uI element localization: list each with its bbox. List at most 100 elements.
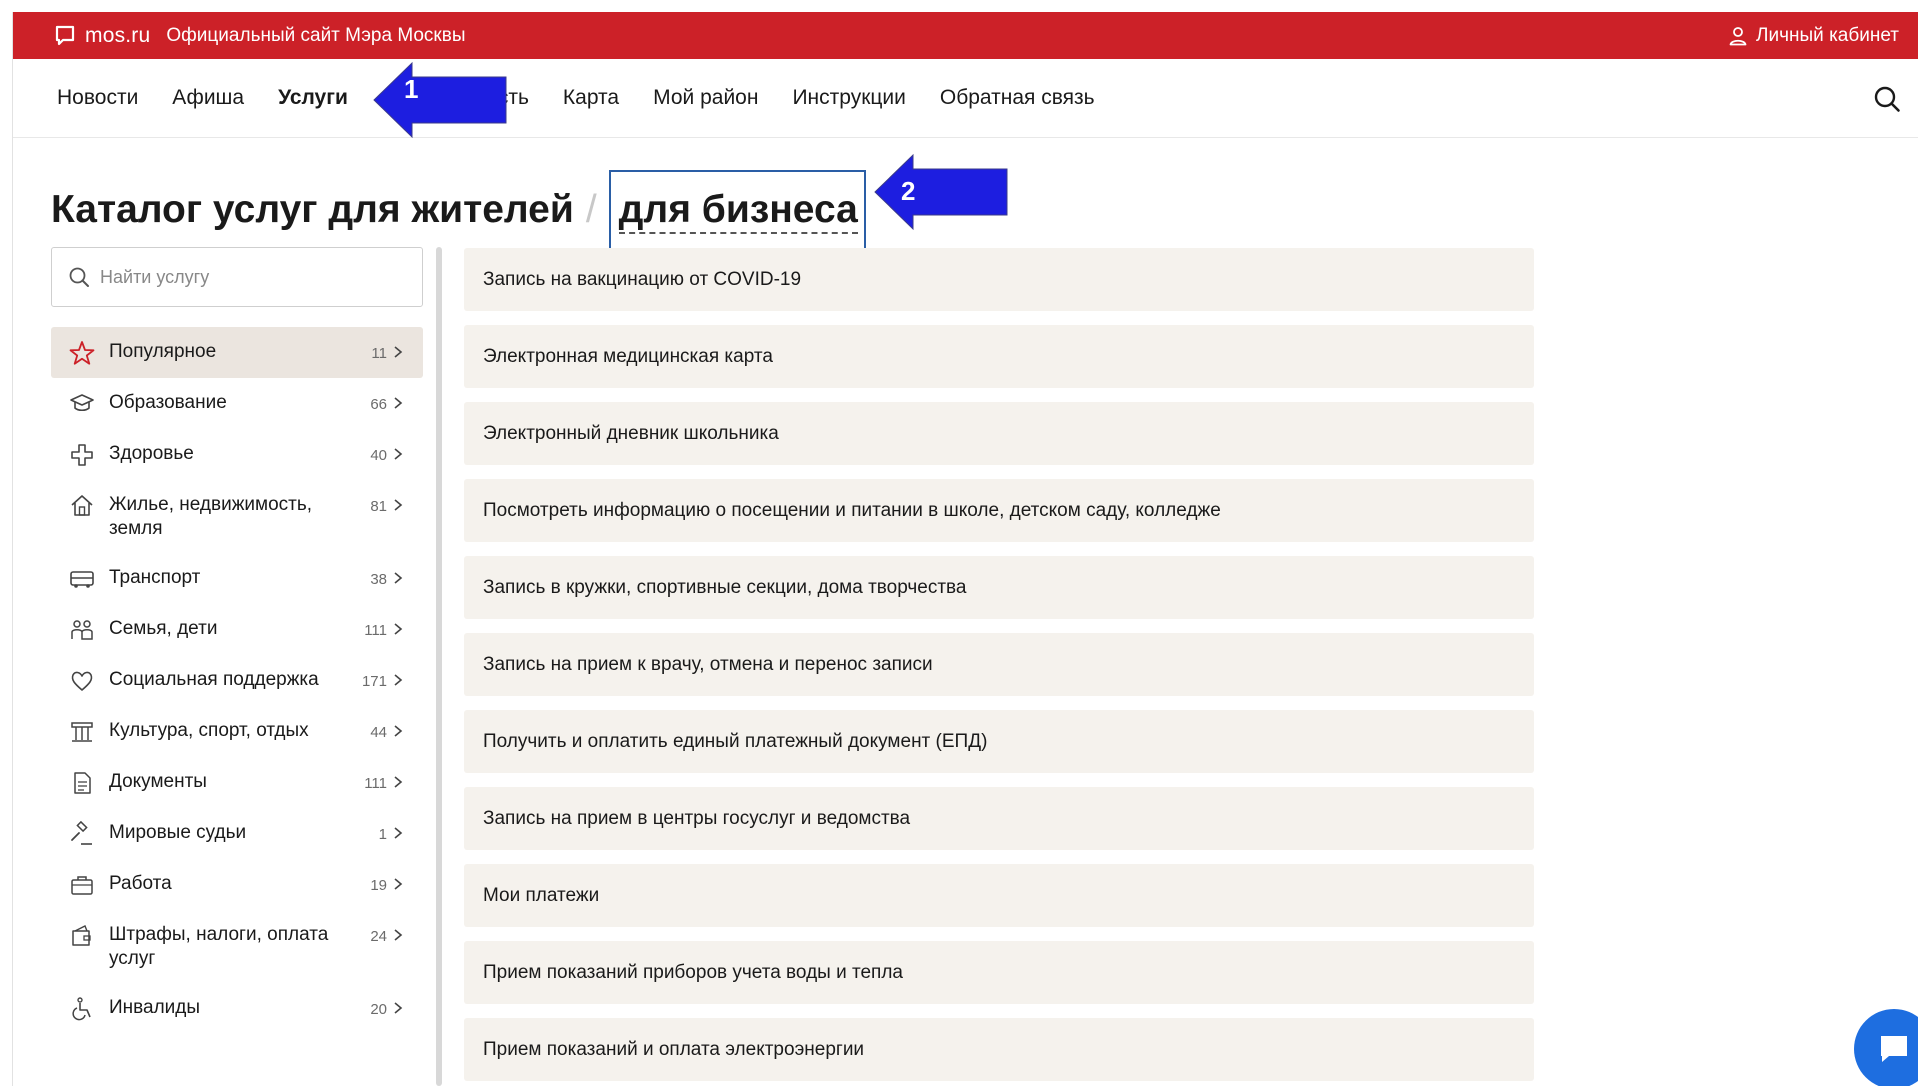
personal-cabinet-link[interactable]: Личный кабинет <box>1728 12 1899 59</box>
category-label: Мировые судьи <box>109 822 247 843</box>
page-title: Каталог услуг для жителей / для бизнеса <box>51 170 866 250</box>
chevron-right-icon <box>394 1002 403 1014</box>
nav-instructions[interactable]: Инструкции <box>792 86 905 110</box>
category-transport[interactable]: Транспорт 38 <box>51 553 423 604</box>
chevron-right-icon <box>394 674 403 686</box>
category-label: Штрафы, налоги, оплата услуг <box>109 924 329 969</box>
service-item[interactable]: Запись в кружки, спортивные секции, дома… <box>464 556 1534 619</box>
category-count: 111 <box>364 775 387 792</box>
category-count: 111 <box>364 622 387 639</box>
chevron-right-icon <box>394 827 403 839</box>
chevron-right-icon <box>394 499 403 511</box>
service-item[interactable]: Мои платежи <box>464 864 1534 927</box>
category-count: 44 <box>370 724 387 741</box>
graduation-cap-icon <box>70 394 94 412</box>
theatre-column-icon <box>71 722 93 742</box>
service-item[interactable]: Запись на прием в центры госуслуг и ведо… <box>464 787 1534 850</box>
document-icon <box>74 772 91 794</box>
nav-map[interactable]: Карта <box>563 86 619 110</box>
category-culture[interactable]: Культура, спорт, отдых 44 <box>51 706 423 757</box>
chat-bubble-icon <box>1881 1036 1907 1062</box>
service-item[interactable]: Посмотреть информацию о посещении и пита… <box>464 479 1534 542</box>
user-icon <box>1729 26 1747 45</box>
category-label: Семья, дети <box>109 618 218 639</box>
brand-subtitle: Официальный сайт Мэра Москвы <box>166 24 466 46</box>
service-search[interactable] <box>51 247 423 307</box>
category-count: 38 <box>370 571 387 588</box>
search-input[interactable] <box>100 266 400 288</box>
annotation-number-1: 1 <box>404 74 419 104</box>
title-separator: / <box>585 188 597 231</box>
briefcase-icon <box>71 876 93 895</box>
nav-services[interactable]: Услуги <box>278 86 348 110</box>
annotation-number-2: 2 <box>901 176 916 206</box>
category-health[interactable]: Здоровье 40 <box>51 429 423 480</box>
nav-news[interactable]: Новости <box>57 86 138 110</box>
chat-button[interactable] <box>1854 1009 1918 1086</box>
category-label: Популярное <box>109 341 217 362</box>
category-label: Работа <box>109 873 172 894</box>
category-label: Инвалиды <box>109 997 201 1018</box>
chevron-right-icon <box>394 776 403 788</box>
house-icon <box>71 495 93 516</box>
mosru-logo-icon <box>55 25 75 45</box>
chevron-right-icon <box>394 397 403 409</box>
category-count: 19 <box>370 877 387 894</box>
page-frame: mos.ru Официальный сайт Мэра Москвы Личн… <box>12 12 1918 1086</box>
chevron-right-icon <box>394 623 403 635</box>
catalog-title: Каталог услуг для жителей <box>51 188 574 231</box>
wallet-icon <box>72 925 91 946</box>
service-item[interactable]: Запись на вакцинацию от COVID-19 <box>464 248 1534 311</box>
search-icon <box>69 267 89 287</box>
category-popular[interactable]: Популярное 11 <box>51 327 423 378</box>
category-label: Здоровье <box>109 443 194 464</box>
category-label: Культура, спорт, отдых <box>109 720 309 741</box>
chevron-right-icon <box>394 572 403 584</box>
service-item[interactable]: Электронный дневник школьника <box>464 402 1534 465</box>
category-documents[interactable]: Документы 111 <box>51 757 423 808</box>
category-family[interactable]: Семья, дети 111 <box>51 604 423 655</box>
brand-name: mos.ru <box>85 23 151 47</box>
nav-afisha[interactable]: Афиша <box>172 86 244 110</box>
service-item[interactable]: Прием показаний приборов учета воды и те… <box>464 941 1534 1004</box>
category-work[interactable]: Работа 19 <box>51 859 423 910</box>
category-count: 1 <box>378 826 387 843</box>
service-list: Запись на вакцинацию от COVID-19 Электро… <box>464 248 1534 1086</box>
category-fines-taxes[interactable]: Штрафы, налоги, оплата услуг 24 <box>51 910 423 983</box>
chevron-right-icon <box>394 448 403 460</box>
business-tab-label: для бизнеса <box>618 188 858 235</box>
main-nav: Новости Афиша Услуги ласть Карта Мой рай… <box>13 59 1918 138</box>
star-icon <box>69 341 95 365</box>
category-count: 20 <box>370 1001 387 1018</box>
category-housing[interactable]: Жилье, недвижимость, земля 81 <box>51 480 423 553</box>
category-list: Популярное 11 Образование 66 Здоровье 40 <box>51 327 423 1034</box>
category-count: 171 <box>361 673 387 690</box>
personal-cabinet-label: Личный кабинет <box>1756 24 1899 46</box>
bus-icon <box>70 571 94 588</box>
brand-logo[interactable]: mos.ru Официальный сайт Мэра Москвы <box>55 24 465 48</box>
service-item[interactable]: Получить и оплатить единый платежный док… <box>464 710 1534 773</box>
annotation-arrow-2 <box>874 153 1008 231</box>
nav-my-district[interactable]: Мой район <box>653 86 758 110</box>
chevron-right-icon <box>394 929 403 941</box>
category-disabled[interactable]: Инвалиды 20 <box>51 983 423 1034</box>
chevron-right-icon <box>394 878 403 890</box>
nav-feedback[interactable]: Обратная связь <box>940 86 1095 110</box>
category-label: Жилье, недвижимость, земля <box>109 494 313 539</box>
category-label: Социальная поддержка <box>109 669 319 690</box>
category-count: 24 <box>370 928 387 945</box>
service-item[interactable]: Электронная медицинская карта <box>464 325 1534 388</box>
service-item[interactable]: Прием показаний и оплата электроэнергии <box>464 1018 1534 1081</box>
category-count: 81 <box>370 498 387 515</box>
wheelchair-icon <box>72 997 91 1021</box>
sidebar-scrollbar[interactable] <box>436 247 442 1086</box>
category-label: Транспорт <box>109 567 201 588</box>
search-icon[interactable] <box>1873 85 1901 113</box>
category-justices[interactable]: Мировые судьи 1 <box>51 808 423 859</box>
business-tab[interactable]: для бизнеса <box>608 170 866 250</box>
category-education[interactable]: Образование 66 <box>51 378 423 429</box>
gavel-icon <box>71 821 92 845</box>
chevron-right-icon <box>394 725 403 737</box>
service-item[interactable]: Запись на прием к врачу, отмена и перено… <box>464 633 1534 696</box>
category-social-support[interactable]: Социальная поддержка 171 <box>51 655 423 706</box>
